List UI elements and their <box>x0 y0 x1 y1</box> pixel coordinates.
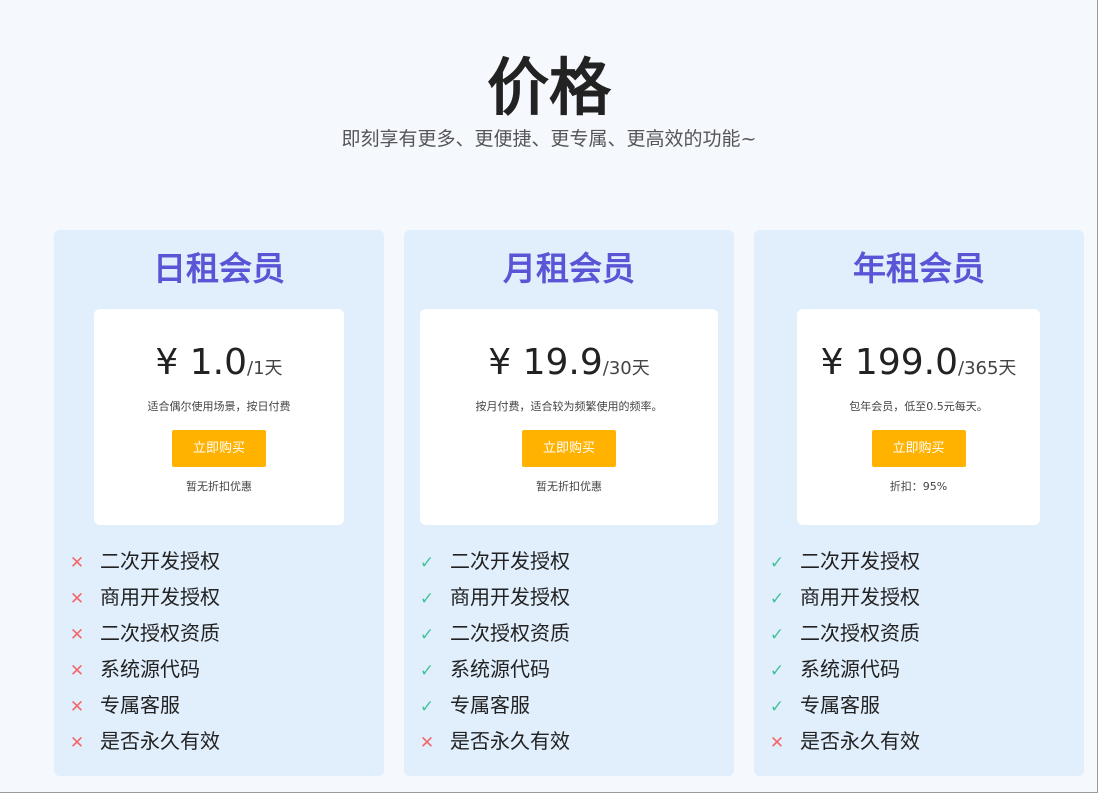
feature-item: ✕ 专属客服 <box>68 687 220 723</box>
check-icon: ✓ <box>769 553 785 573</box>
price-line: ¥ 199.0/365天 <box>797 341 1040 391</box>
cross-icon: ✕ <box>769 733 785 753</box>
plan-description: 适合偶尔使用场景，按日付费 <box>147 400 291 413</box>
cross-icon: ✕ <box>69 733 85 753</box>
feature-label: 二次开发授权 <box>800 549 920 573</box>
feature-label: 系统源代码 <box>800 657 900 681</box>
price-unit: /365天 <box>958 358 1017 379</box>
page-title: 价格 <box>486 51 611 124</box>
feature-item: ✓ 二次开发授权 <box>768 543 920 579</box>
check-icon: ✓ <box>769 661 785 681</box>
feature-item: ✕ 是否永久有效 <box>418 723 570 759</box>
feature-label: 专属客服 <box>100 693 180 717</box>
feature-item: ✓ 商用开发授权 <box>418 579 570 615</box>
feature-label: 是否永久有效 <box>800 729 920 753</box>
buy-now-button[interactable]: 立即购买 <box>871 430 966 467</box>
feature-item: ✓ 系统源代码 <box>418 651 570 687</box>
check-icon: ✓ <box>419 697 435 717</box>
feature-label: 专属客服 <box>450 693 530 717</box>
feature-label: 二次开发授权 <box>100 549 220 573</box>
price-box: ¥ 1.0/1天 适合偶尔使用场景，按日付费 立即购买 暂无折扣优惠 <box>94 309 344 525</box>
feature-label: 二次开发授权 <box>450 549 570 573</box>
feature-label: 二次授权资质 <box>100 621 220 645</box>
feature-item: ✓ 专属客服 <box>418 687 570 723</box>
feature-list: ✕ 二次开发授权 ✕ 商用开发授权 ✕ 二次授权资质 ✕ 系统源代码 ✕ 专属客服 ✕ 是否永久有效 <box>68 543 220 759</box>
feature-label: 商用开发授权 <box>100 585 220 609</box>
cross-icon: ✕ <box>69 589 85 609</box>
feature-label: 系统源代码 <box>100 657 200 681</box>
discount-note: 暂无折扣优惠 <box>186 480 252 493</box>
check-icon: ✓ <box>769 625 785 645</box>
feature-item: ✕ 二次授权资质 <box>68 615 220 651</box>
check-icon: ✓ <box>419 661 435 681</box>
feature-item: ✓ 专属客服 <box>768 687 920 723</box>
feature-item: ✕ 商用开发授权 <box>68 579 220 615</box>
price-amount: ¥ 199.0 <box>820 342 958 383</box>
price-amount: ¥ 1.0 <box>155 342 248 383</box>
plan-name: 月租会员 <box>503 249 635 288</box>
price-line: ¥ 1.0/1天 <box>94 341 344 391</box>
buy-now-button[interactable]: 立即购买 <box>172 430 266 467</box>
plan-name: 日租会员 <box>153 249 285 288</box>
feature-label: 专属客服 <box>800 693 880 717</box>
feature-item: ✓ 二次开发授权 <box>418 543 570 579</box>
price-box: ¥ 19.9/30天 按月付费，适合较为频繁使用的频率。 立即购买 暂无折扣优惠 <box>420 309 718 525</box>
feature-label: 系统源代码 <box>450 657 550 681</box>
price-amount: ¥ 19.9 <box>488 342 603 383</box>
feature-label: 二次授权资质 <box>800 621 920 645</box>
check-icon: ✓ <box>769 697 785 717</box>
check-icon: ✓ <box>419 589 435 609</box>
cross-icon: ✕ <box>419 733 435 753</box>
feature-item: ✓ 商用开发授权 <box>768 579 920 615</box>
cross-icon: ✕ <box>69 625 85 645</box>
plan-description: 按月付费，适合较为频繁使用的频率。 <box>475 400 663 413</box>
feature-list: ✓ 二次开发授权 ✓ 商用开发授权 ✓ 二次授权资质 ✓ 系统源代码 ✓ 专属客服 ✕ 是否永久有效 <box>768 543 920 759</box>
page-subtitle: 即刻享有更多、更便捷、更专属、更高效的功能~ <box>341 128 757 150</box>
feature-label: 商用开发授权 <box>800 585 920 609</box>
cross-icon: ✕ <box>69 697 85 717</box>
cross-icon: ✕ <box>69 661 85 681</box>
feature-item: ✓ 二次授权资质 <box>418 615 570 651</box>
plan-card-monthly: 月租会员 ¥ 19.9/30天 按月付费，适合较为频繁使用的频率。 立即购买 暂… <box>404 230 734 776</box>
price-line: ¥ 19.9/30天 <box>420 341 718 391</box>
feature-label: 是否永久有效 <box>450 729 570 753</box>
feature-item: ✕ 二次开发授权 <box>68 543 220 579</box>
plan-name: 年租会员 <box>853 249 985 288</box>
discount-note: 暂无折扣优惠 <box>536 480 602 493</box>
discount-note: 折扣：95% <box>889 480 948 493</box>
feature-label: 是否永久有效 <box>100 729 220 753</box>
cross-icon: ✕ <box>69 553 85 573</box>
plan-card-daily: 日租会员 ¥ 1.0/1天 适合偶尔使用场景，按日付费 立即购买 暂无折扣优惠 … <box>54 230 384 776</box>
feature-list: ✓ 二次开发授权 ✓ 商用开发授权 ✓ 二次授权资质 ✓ 系统源代码 ✓ 专属客服 ✕ 是否永久有效 <box>418 543 570 759</box>
page-header: 价格 即刻享有更多、更便捷、更专属、更高效的功能~ <box>0 52 1098 152</box>
check-icon: ✓ <box>769 589 785 609</box>
buy-now-button[interactable]: 立即购买 <box>522 430 616 467</box>
price-unit: /1天 <box>247 358 283 379</box>
check-icon: ✓ <box>419 625 435 645</box>
feature-item: ✕ 是否永久有效 <box>768 723 920 759</box>
plan-card-yearly: 年租会员 ¥ 199.0/365天 包年会员，低至0.5元每天。 立即购买 折扣… <box>754 230 1084 776</box>
feature-label: 二次授权资质 <box>450 621 570 645</box>
plan-description: 包年会员，低至0.5元每天。 <box>849 400 988 413</box>
pricing-plans: 日租会员 ¥ 1.0/1天 适合偶尔使用场景，按日付费 立即购买 暂无折扣优惠 … <box>54 230 1084 776</box>
check-icon: ✓ <box>419 553 435 573</box>
feature-item: ✓ 系统源代码 <box>768 651 920 687</box>
feature-item: ✕ 是否永久有效 <box>68 723 220 759</box>
feature-label: 商用开发授权 <box>450 585 570 609</box>
price-box: ¥ 199.0/365天 包年会员，低至0.5元每天。 立即购买 折扣：95% <box>797 309 1040 525</box>
feature-item: ✓ 二次授权资质 <box>768 615 920 651</box>
feature-item: ✕ 系统源代码 <box>68 651 220 687</box>
price-unit: /30天 <box>602 358 650 379</box>
